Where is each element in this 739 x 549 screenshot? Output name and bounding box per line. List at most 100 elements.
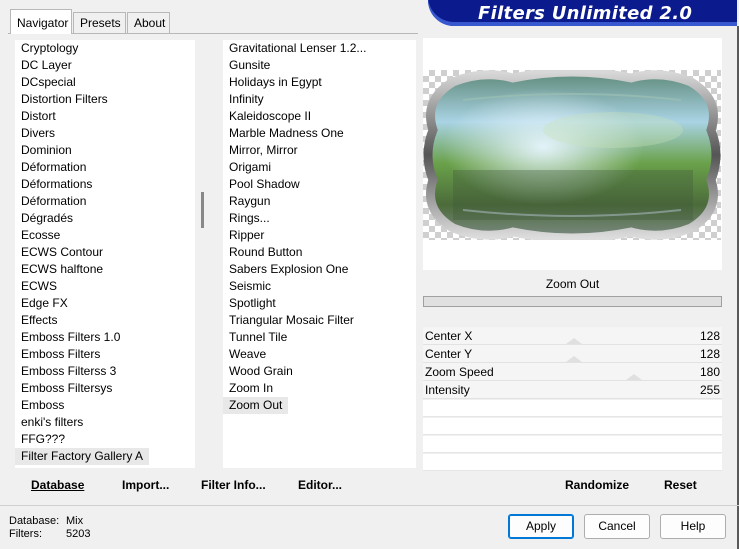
param-label: Center Y [425,347,473,361]
category-list-item[interactable]: Déformations [15,176,195,193]
category-list-item[interactable]: enki's filters [15,414,195,431]
filter-list-item[interactable]: Zoom Out [223,397,416,414]
category-list-item[interactable]: Emboss Filters [15,346,195,363]
param-intensity[interactable]: Intensity 255 [423,381,722,399]
filter-list-item[interactable]: Marble Madness One [223,125,416,142]
category-list-item[interactable]: ECWS halftone [15,261,195,278]
slider-knob-icon[interactable] [566,338,582,344]
import-button[interactable]: Import... [122,472,169,498]
apply-button[interactable]: Apply [508,514,574,539]
category-item-label: Distortion Filters [21,92,108,106]
category-list-item[interactable]: Emboss Filtersys [15,380,195,397]
category-list-item[interactable]: Dominion [15,142,195,159]
tab-navigator[interactable]: Navigator [10,9,72,34]
slider-knob-icon[interactable] [566,356,582,362]
category-list-item[interactable]: Emboss Filters 1.0 [15,329,195,346]
category-item-label: Déformations [21,177,93,191]
category-item-label: ECWS [21,279,57,293]
filter-list-item[interactable]: Wood Grain [223,363,416,380]
filter-list-item[interactable]: Raygun [223,193,416,210]
filter-item-label: Triangular Mosaic Filter [229,313,354,327]
category-list-item[interactable]: Distort [15,108,195,125]
category-list-item[interactable]: Edge FX [15,295,195,312]
filter-item-label: Kaleidoscope II [229,109,312,123]
filter-item-label: Holidays in Egypt [229,75,322,89]
category-item-label: Emboss Filtersys [21,381,113,395]
category-item-label: ECWS halftone [21,262,104,276]
category-list-item[interactable]: Emboss [15,397,195,414]
filter-list[interactable]: Gravitational Lenser 1.2... Gunsite Holida… [223,40,416,468]
category-list-item[interactable]: Distortion Filters [15,91,195,108]
category-list-item[interactable]: Déformation [15,193,195,210]
category-list-item[interactable]: Filter Factory Gallery A [15,448,195,465]
filter-item-label: Sabers Explosion One [229,262,349,276]
filter-item-label: Spotlight [229,296,276,310]
filter-list-item[interactable]: Zoom In [223,380,416,397]
help-button[interactable]: Help [660,514,726,539]
filter-list-item[interactable]: Sabers Explosion One [223,261,416,278]
filter-list-item[interactable]: Origami [223,159,416,176]
filters-count: 5203 [66,528,91,540]
category-item-label: Divers [21,126,56,140]
category-item-label: Effects [21,313,58,327]
filter-list-item[interactable]: Weave [223,346,416,363]
database-button[interactable]: Database [31,472,84,498]
filter-list-item[interactable]: Ripper [223,227,416,244]
category-list-item[interactable]: Filter Factory Gallery B [15,465,195,468]
param-label: Zoom Speed [425,365,494,379]
category-list-item[interactable]: Emboss Filterss 3 [15,363,195,380]
category-list-item[interactable]: Effects [15,312,195,329]
filter-item-label: Wood Grain [229,364,293,378]
filter-list-item[interactable]: Gunsite [223,57,416,74]
filter-list-item[interactable]: Gravitational Lenser 1.2... [223,40,416,57]
footer-divider [0,505,739,506]
filter-item-label: Marble Madness One [229,126,344,140]
cancel-button[interactable]: Cancel [584,514,650,539]
category-item-label: Emboss Filters [21,347,101,361]
category-list-item[interactable]: Cryptology [15,40,195,57]
preview-image[interactable] [423,70,721,240]
filter-list-item[interactable]: Seismic [223,278,416,295]
category-item-label: FFG??? [21,432,66,446]
filter-list-item[interactable]: Holidays in Egypt [223,74,416,91]
category-list-item[interactable]: DCspecial [15,74,195,91]
reset-button[interactable]: Reset [664,472,697,498]
filter-list-item[interactable]: Triangular Mosaic Filter [223,312,416,329]
filter-list-item[interactable]: Pool Shadow [223,176,416,193]
filter-list-item[interactable]: Kaleidoscope II [223,108,416,125]
filter-list-item[interactable]: Spotlight [223,295,416,312]
tab-about[interactable]: About [127,12,170,33]
category-scrollbar[interactable] [196,40,210,468]
category-list-item[interactable]: Dégradés [15,210,195,227]
category-list-item[interactable]: FFG??? [15,431,195,448]
category-list-item[interactable]: Déformation [15,159,195,176]
tab-presets[interactable]: Presets [73,12,126,33]
filter-list-item[interactable]: Round Button [223,244,416,261]
category-scroll-thumb[interactable] [201,192,204,228]
category-list-item[interactable]: DC Layer [15,57,195,74]
filter-list-item[interactable]: Rings... [223,210,416,227]
category-item-label: Filter Factory Gallery B [21,466,144,468]
category-list-item[interactable]: ECWS Contour [15,244,195,261]
param-empty-row [423,400,722,417]
filter-item-label: Infinity [229,92,264,106]
category-list-item[interactable]: ECWS [15,278,195,295]
param-value: 255 [699,383,720,397]
randomize-button[interactable]: Randomize [565,472,629,498]
category-item-label: Emboss [21,398,65,412]
slider-knob-icon[interactable] [626,374,642,380]
filter-list-item[interactable]: Tunnel Tile [223,329,416,346]
filter-list-item[interactable]: Infinity [223,91,416,108]
param-value: 128 [699,329,720,343]
filter-info-button[interactable]: Filter Info... [201,472,266,498]
param-empty-row [423,418,722,435]
category-list-item[interactable]: Ecosse [15,227,195,244]
param-zoom-speed[interactable]: Zoom Speed 180 [423,363,722,381]
param-center-x[interactable]: Center X 128 [423,327,722,345]
category-list[interactable]: Cryptology DC Layer DCspecial Distortion Fi… [15,40,195,468]
category-item-label: Emboss Filters 1.0 [21,330,121,344]
category-list-item[interactable]: Divers [15,125,195,142]
editor-button[interactable]: Editor... [298,472,342,498]
param-center-y[interactable]: Center Y 128 [423,345,722,363]
filter-list-item[interactable]: Mirror, Mirror [223,142,416,159]
